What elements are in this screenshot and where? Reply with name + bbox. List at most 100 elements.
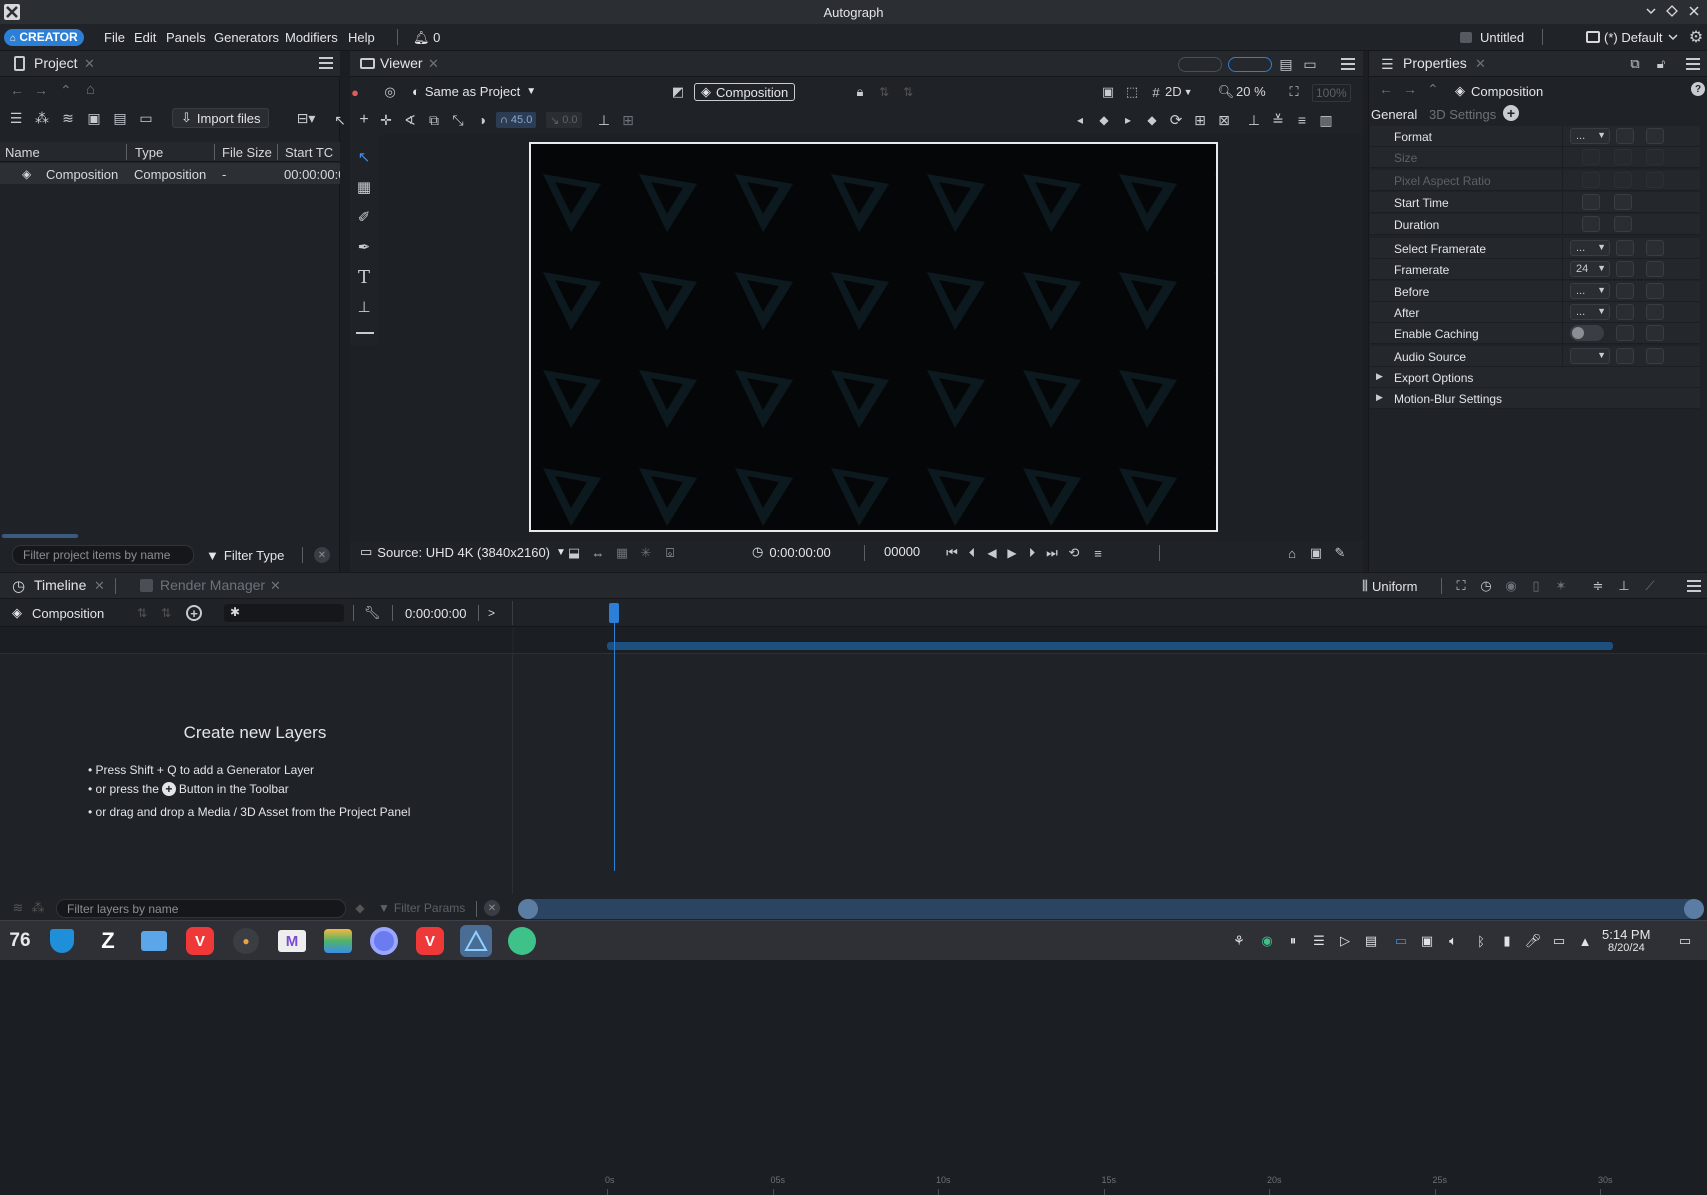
solo-icon[interactable]: ▯ <box>1526 576 1546 596</box>
composition-view-button[interactable]: ◈ Composition <box>694 83 796 101</box>
keyframe-link-button[interactable] <box>1616 348 1634 364</box>
viewer-canvas[interactable] <box>350 135 1363 541</box>
move-tool-icon[interactable]: + <box>354 110 374 130</box>
forward-arrow-icon[interactable]: → <box>1403 81 1417 97</box>
menu-edit[interactable]: Edit <box>134 30 156 45</box>
align-tracks-icon[interactable]: ≑ <box>1588 576 1608 596</box>
vivaldi-icon[interactable]: V <box>184 925 216 957</box>
menu-help[interactable]: Help <box>348 30 375 45</box>
anchor-tool-icon[interactable]: ✛ <box>376 110 396 130</box>
timeline-search-field[interactable]: ✱ <box>224 604 344 622</box>
show-desktop-icon[interactable]: ▭ <box>1676 932 1694 950</box>
monitor-icon[interactable]: ▭ <box>1300 54 1320 74</box>
import-icon[interactable]: ⇅ <box>898 82 918 102</box>
snapshot-icon[interactable]: ⌺ <box>660 543 680 563</box>
source-dropdown[interactable]: ▭ Source: UHD 4K (3840x2160) ▼ <box>360 544 566 560</box>
property-dropdown[interactable]: ... ▼ <box>1570 128 1610 144</box>
display-icon[interactable]: ▭ <box>1392 932 1410 950</box>
go-to-end-icon[interactable]: ⏭ <box>1042 543 1062 563</box>
rotate-tool-icon[interactable]: ∢ <box>400 110 420 130</box>
table-row[interactable]: ◈ Composition Composition - 00:00:00:0 <box>0 163 340 184</box>
add-tab-icon[interactable]: + <box>1503 105 1519 121</box>
wrench-icon[interactable]: 🔧︎ <box>362 603 382 623</box>
fit-timeline-icon[interactable]: ⛶ <box>1451 576 1471 596</box>
property-row[interactable]: Motion-Blur Settings ▶ <box>1370 388 1700 409</box>
layers-icon[interactable]: ☰ <box>6 108 26 128</box>
media-play-icon[interactable]: ▷ <box>1336 932 1354 950</box>
keyframe-link-button[interactable] <box>1582 194 1600 210</box>
keyframe-add-button[interactable] <box>1614 194 1632 210</box>
property-row[interactable]: Audio Source ▼ <box>1370 346 1700 367</box>
keyframe-link-button[interactable] <box>1616 304 1634 320</box>
keyframe-add-button[interactable] <box>1646 348 1664 364</box>
eyedropper-icon[interactable]: ✎ <box>1330 543 1350 563</box>
adjust-icon[interactable]: ≡ <box>1292 110 1312 130</box>
close-tab-icon[interactable]: ✕ <box>84 56 95 72</box>
color-space-dropdown[interactable]: ◐ Same as Project ▼ <box>412 84 536 99</box>
expand-arrow-icon[interactable]: > <box>488 606 495 620</box>
image-icon[interactable]: ▣ <box>1418 932 1436 950</box>
close-tab-icon[interactable]: ✕ <box>270 578 281 594</box>
play-reverse-icon[interactable]: ◀ <box>982 543 1002 563</box>
lock-icon[interactable]: 🔓︎ <box>1651 54 1671 74</box>
add-layer-icon[interactable]: + <box>186 605 202 621</box>
panel-menu-icon[interactable] <box>1686 579 1702 593</box>
key-icon[interactable]: ◆ <box>1142 110 1162 130</box>
filter-project-items-input[interactable]: Filter project items by name <box>12 545 194 565</box>
clipboard-icon[interactable]: ▤ <box>1362 932 1380 950</box>
snap-icon[interactable]: ⊥ <box>594 110 614 130</box>
autograph-app-icon[interactable] <box>460 925 492 957</box>
stamp-tool-icon[interactable]: ⊥ <box>354 297 374 317</box>
panel-menu-icon[interactable] <box>1685 57 1701 71</box>
bluetooth-icon[interactable]: ᛒ <box>1472 932 1490 950</box>
close-tab-icon[interactable]: ✕ <box>428 56 439 72</box>
viewer-timecode[interactable]: ◷ 0:00:00:00 <box>752 544 831 560</box>
region-icon[interactable]: ⬚ <box>1122 82 1142 102</box>
brush-tool-icon[interactable]: ✐ <box>354 207 374 227</box>
scroll-handle-right[interactable] <box>1684 899 1704 919</box>
stack-tracks-icon[interactable]: ⊥ <box>1614 576 1634 596</box>
zoom-level[interactable]: 20 % <box>1236 84 1266 99</box>
volume-icon[interactable]: 🔈︎ <box>1444 932 1462 950</box>
view-options-icon[interactable]: ⊟▾ <box>296 108 316 128</box>
select-tool-icon[interactable]: ↖ <box>330 110 350 130</box>
step-forward-icon[interactable]: ⏵ <box>1022 543 1042 563</box>
timeline-scrollbar[interactable] <box>518 899 1704 919</box>
column-file-size[interactable]: File Size <box>222 145 272 160</box>
render-region-icon[interactable]: ⬓ <box>564 543 584 563</box>
close-tab-icon[interactable]: ✕ <box>94 578 105 594</box>
fit-icon[interactable]: ⛶ <box>1284 82 1304 102</box>
filter-layers-input[interactable]: Filter layers by name <box>56 899 346 918</box>
scale-tool-icon[interactable]: ⤡ <box>448 110 468 130</box>
horizontal-scrollbar[interactable] <box>2 534 78 538</box>
cube-icon[interactable]: ▣ <box>84 108 104 128</box>
timeline-timecode[interactable]: 0:00:00:00 <box>405 606 466 621</box>
playhead-handle[interactable] <box>609 603 619 623</box>
clock-time[interactable]: 5:14 PM <box>1602 927 1650 942</box>
view-toggle-b[interactable] <box>1228 57 1272 72</box>
close-tab-icon[interactable]: ✕ <box>1475 56 1486 72</box>
refresh-icon[interactable]: ⟳ <box>1166 110 1186 130</box>
notifications-button[interactable]: 🔔︎ 0 <box>413 30 440 46</box>
angle-snap-field[interactable]: ∩ 45.0 <box>496 112 537 128</box>
keyframe-link-button[interactable] <box>1582 216 1600 232</box>
lock-icon[interactable]: 🔒︎ <box>850 82 870 102</box>
transform-icon[interactable]: ⊞ <box>618 110 638 130</box>
clock-date[interactable]: 8/20/24 <box>1608 942 1645 954</box>
property-dropdown[interactable]: ... ▼ <box>1570 304 1610 320</box>
work-area-bar[interactable] <box>607 642 1613 650</box>
messenger-icon[interactable] <box>506 925 538 957</box>
property-dropdown[interactable]: ... ▼ <box>1570 283 1610 299</box>
keyframe-link-button[interactable] <box>1616 261 1634 277</box>
exposure-icon[interactable]: ◎ <box>380 82 400 102</box>
keyframe-link-button[interactable] <box>1616 240 1634 256</box>
tab-general[interactable]: General <box>1371 107 1417 122</box>
scroll-handle-left[interactable] <box>518 899 538 919</box>
tab-render-manager[interactable]: Render Manager <box>160 577 265 597</box>
panel-menu-icon[interactable] <box>1340 57 1356 71</box>
settings-gear-icon[interactable]: ⚙ <box>1688 29 1704 46</box>
prev-key-icon[interactable]: ◂ <box>1070 110 1090 130</box>
media-icon[interactable]: ⁂ <box>32 108 52 128</box>
maximize-icon[interactable] <box>1665 4 1679 18</box>
clear-filter-icon[interactable]: ✕ <box>484 900 500 916</box>
